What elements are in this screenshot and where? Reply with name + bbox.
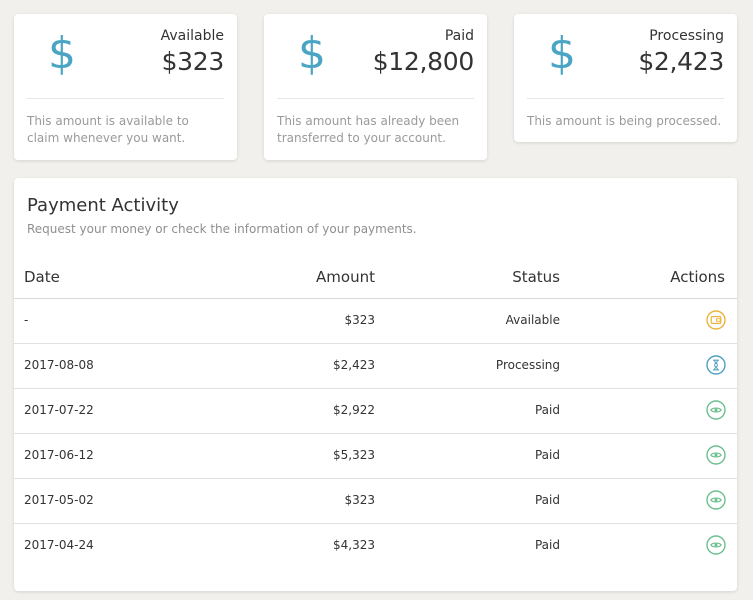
card-label: Paid bbox=[444, 28, 474, 44]
dollar-icon: $ bbox=[548, 26, 576, 79]
cell-date: 2017-05-02 bbox=[24, 493, 94, 507]
card-divider bbox=[527, 98, 724, 99]
column-header-amount: Amount bbox=[316, 268, 375, 286]
processing-status-button[interactable] bbox=[706, 355, 726, 375]
table-header: Date Amount Status Actions bbox=[14, 255, 737, 299]
available-card: $ Available $323 This amount is availabl… bbox=[14, 14, 237, 160]
hourglass-icon bbox=[706, 355, 726, 375]
eye-icon bbox=[706, 445, 726, 465]
payment-activity-card: Payment Activity Request your money or c… bbox=[14, 178, 737, 591]
card-label: Available bbox=[160, 28, 224, 44]
table-row: 2017-07-22 $2,922 Paid bbox=[14, 389, 737, 434]
cell-amount: $323 bbox=[344, 493, 375, 507]
column-header-date: Date bbox=[24, 268, 60, 286]
cell-date: - bbox=[24, 313, 29, 327]
cell-date: 2017-07-22 bbox=[24, 403, 94, 417]
cell-date: 2017-06-12 bbox=[24, 448, 94, 462]
table-row: 2017-05-02 $323 Paid bbox=[14, 479, 737, 524]
card-amount: $323 bbox=[161, 47, 225, 76]
card-description: This amount is being processed. bbox=[527, 114, 722, 128]
eye-icon bbox=[706, 490, 726, 510]
svg-text:$: $ bbox=[48, 28, 76, 76]
card-divider bbox=[27, 98, 224, 99]
table-row: 2017-04-24 $4,323 Paid bbox=[14, 524, 737, 568]
paid-card: $ Paid $12,800 This amount has already b… bbox=[264, 14, 487, 160]
card-description: This amount is available to claim whenev… bbox=[27, 114, 189, 145]
cell-status: Paid bbox=[534, 538, 560, 552]
view-payment-button[interactable] bbox=[706, 535, 726, 555]
column-header-status: Status bbox=[512, 268, 560, 286]
cell-date: 2017-04-24 bbox=[24, 538, 94, 552]
wallet-icon bbox=[706, 310, 726, 330]
cell-date: 2017-08-08 bbox=[24, 358, 94, 372]
card-label: Processing bbox=[649, 28, 724, 44]
cell-status: Paid bbox=[534, 448, 560, 462]
cell-status: Processing bbox=[495, 358, 560, 372]
section-subtitle: Request your money or check the informat… bbox=[27, 222, 417, 236]
card-amount: $12,800 bbox=[372, 47, 475, 76]
processing-card: $ Processing $2,423 This amount is being… bbox=[514, 14, 737, 142]
table-row: 2017-06-12 $5,323 Paid bbox=[14, 434, 737, 479]
claim-wallet-button[interactable] bbox=[706, 310, 726, 330]
cell-amount: $4,323 bbox=[333, 538, 375, 552]
eye-icon bbox=[706, 535, 726, 555]
cell-status: Paid bbox=[534, 403, 560, 417]
cell-status: Paid bbox=[534, 493, 560, 507]
dollar-icon: $ bbox=[48, 26, 76, 79]
table-row: 2017-08-08 $2,423 Processing bbox=[14, 344, 737, 389]
cell-amount: $5,323 bbox=[333, 448, 375, 462]
view-payment-button[interactable] bbox=[706, 445, 726, 465]
payments-table: Date Amount Status Actions - $323 Availa… bbox=[14, 255, 737, 568]
eye-icon bbox=[706, 400, 726, 420]
cell-amount: $2,423 bbox=[333, 358, 375, 372]
cell-amount: $323 bbox=[344, 313, 375, 327]
card-description: This amount has already been transferred… bbox=[277, 114, 460, 145]
cell-amount: $2,922 bbox=[333, 403, 375, 417]
column-header-actions: Actions bbox=[670, 268, 725, 286]
svg-text:$: $ bbox=[298, 28, 326, 76]
table-row: - $323 Available bbox=[14, 299, 737, 344]
dollar-icon: $ bbox=[298, 26, 326, 79]
view-payment-button[interactable] bbox=[706, 490, 726, 510]
svg-text:$: $ bbox=[548, 28, 576, 76]
cell-status: Available bbox=[505, 313, 560, 327]
view-payment-button[interactable] bbox=[706, 400, 726, 420]
card-divider bbox=[277, 98, 474, 99]
card-amount: $2,423 bbox=[638, 47, 724, 76]
section-title: Payment Activity bbox=[27, 195, 179, 216]
